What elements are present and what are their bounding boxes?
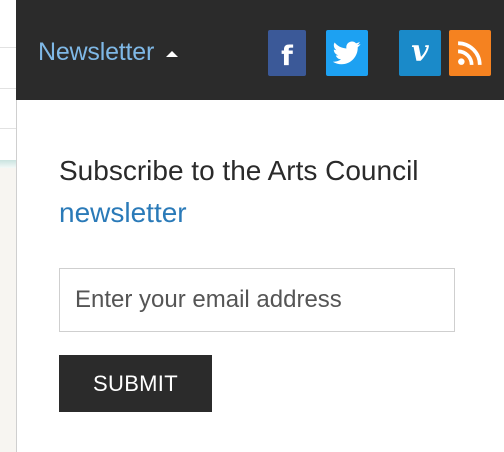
newsletter-dropdown-toggle[interactable]: Newsletter bbox=[38, 34, 179, 70]
header-bar: Newsletter f v bbox=[16, 0, 504, 100]
page: Newsletter f v Subscribe to the Arts Cou… bbox=[0, 0, 504, 452]
rss-link[interactable] bbox=[449, 30, 491, 76]
newsletter-toggle-label: Newsletter bbox=[38, 37, 155, 66]
vimeo-icon: v bbox=[411, 34, 429, 69]
newsletter-dropdown-panel: Subscribe to the Arts Council newsletter… bbox=[16, 100, 504, 452]
email-input[interactable] bbox=[59, 268, 455, 332]
vimeo-link[interactable]: v bbox=[399, 30, 441, 76]
twitter-link[interactable] bbox=[326, 30, 368, 76]
subscribe-heading: Subscribe to the Arts Council newsletter bbox=[59, 150, 439, 234]
twitter-icon bbox=[333, 41, 361, 65]
subscribe-heading-text: Subscribe to the Arts Council bbox=[59, 155, 419, 186]
facebook-icon: f bbox=[281, 40, 293, 72]
submit-button[interactable]: SUBMIT bbox=[59, 355, 212, 412]
newsletter-link[interactable]: newsletter bbox=[59, 197, 187, 228]
facebook-link[interactable]: f bbox=[268, 30, 306, 76]
caret-up-icon bbox=[166, 51, 179, 57]
rss-icon bbox=[457, 41, 482, 66]
